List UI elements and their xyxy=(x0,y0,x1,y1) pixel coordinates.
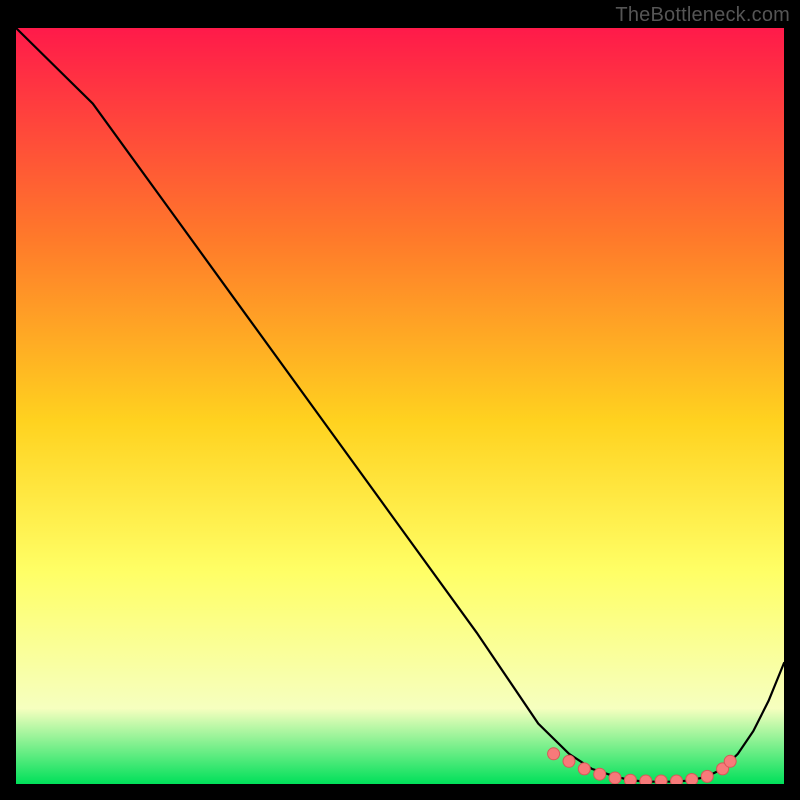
plot-area xyxy=(16,28,784,784)
marker-dot xyxy=(724,755,736,767)
marker-dot xyxy=(594,768,606,780)
marker-dot xyxy=(655,775,667,784)
marker-dot xyxy=(609,772,621,784)
marker-dot xyxy=(701,770,713,782)
gradient-background xyxy=(16,28,784,784)
marker-dot xyxy=(548,748,560,760)
chart-svg xyxy=(16,28,784,784)
marker-dot xyxy=(671,775,683,784)
marker-dot xyxy=(624,774,636,784)
marker-dot xyxy=(563,755,575,767)
chart-frame: TheBottleneck.com xyxy=(0,0,800,800)
watermark-text: TheBottleneck.com xyxy=(615,4,790,27)
marker-dot xyxy=(686,774,698,785)
marker-dot xyxy=(640,775,652,784)
marker-dot xyxy=(578,763,590,775)
